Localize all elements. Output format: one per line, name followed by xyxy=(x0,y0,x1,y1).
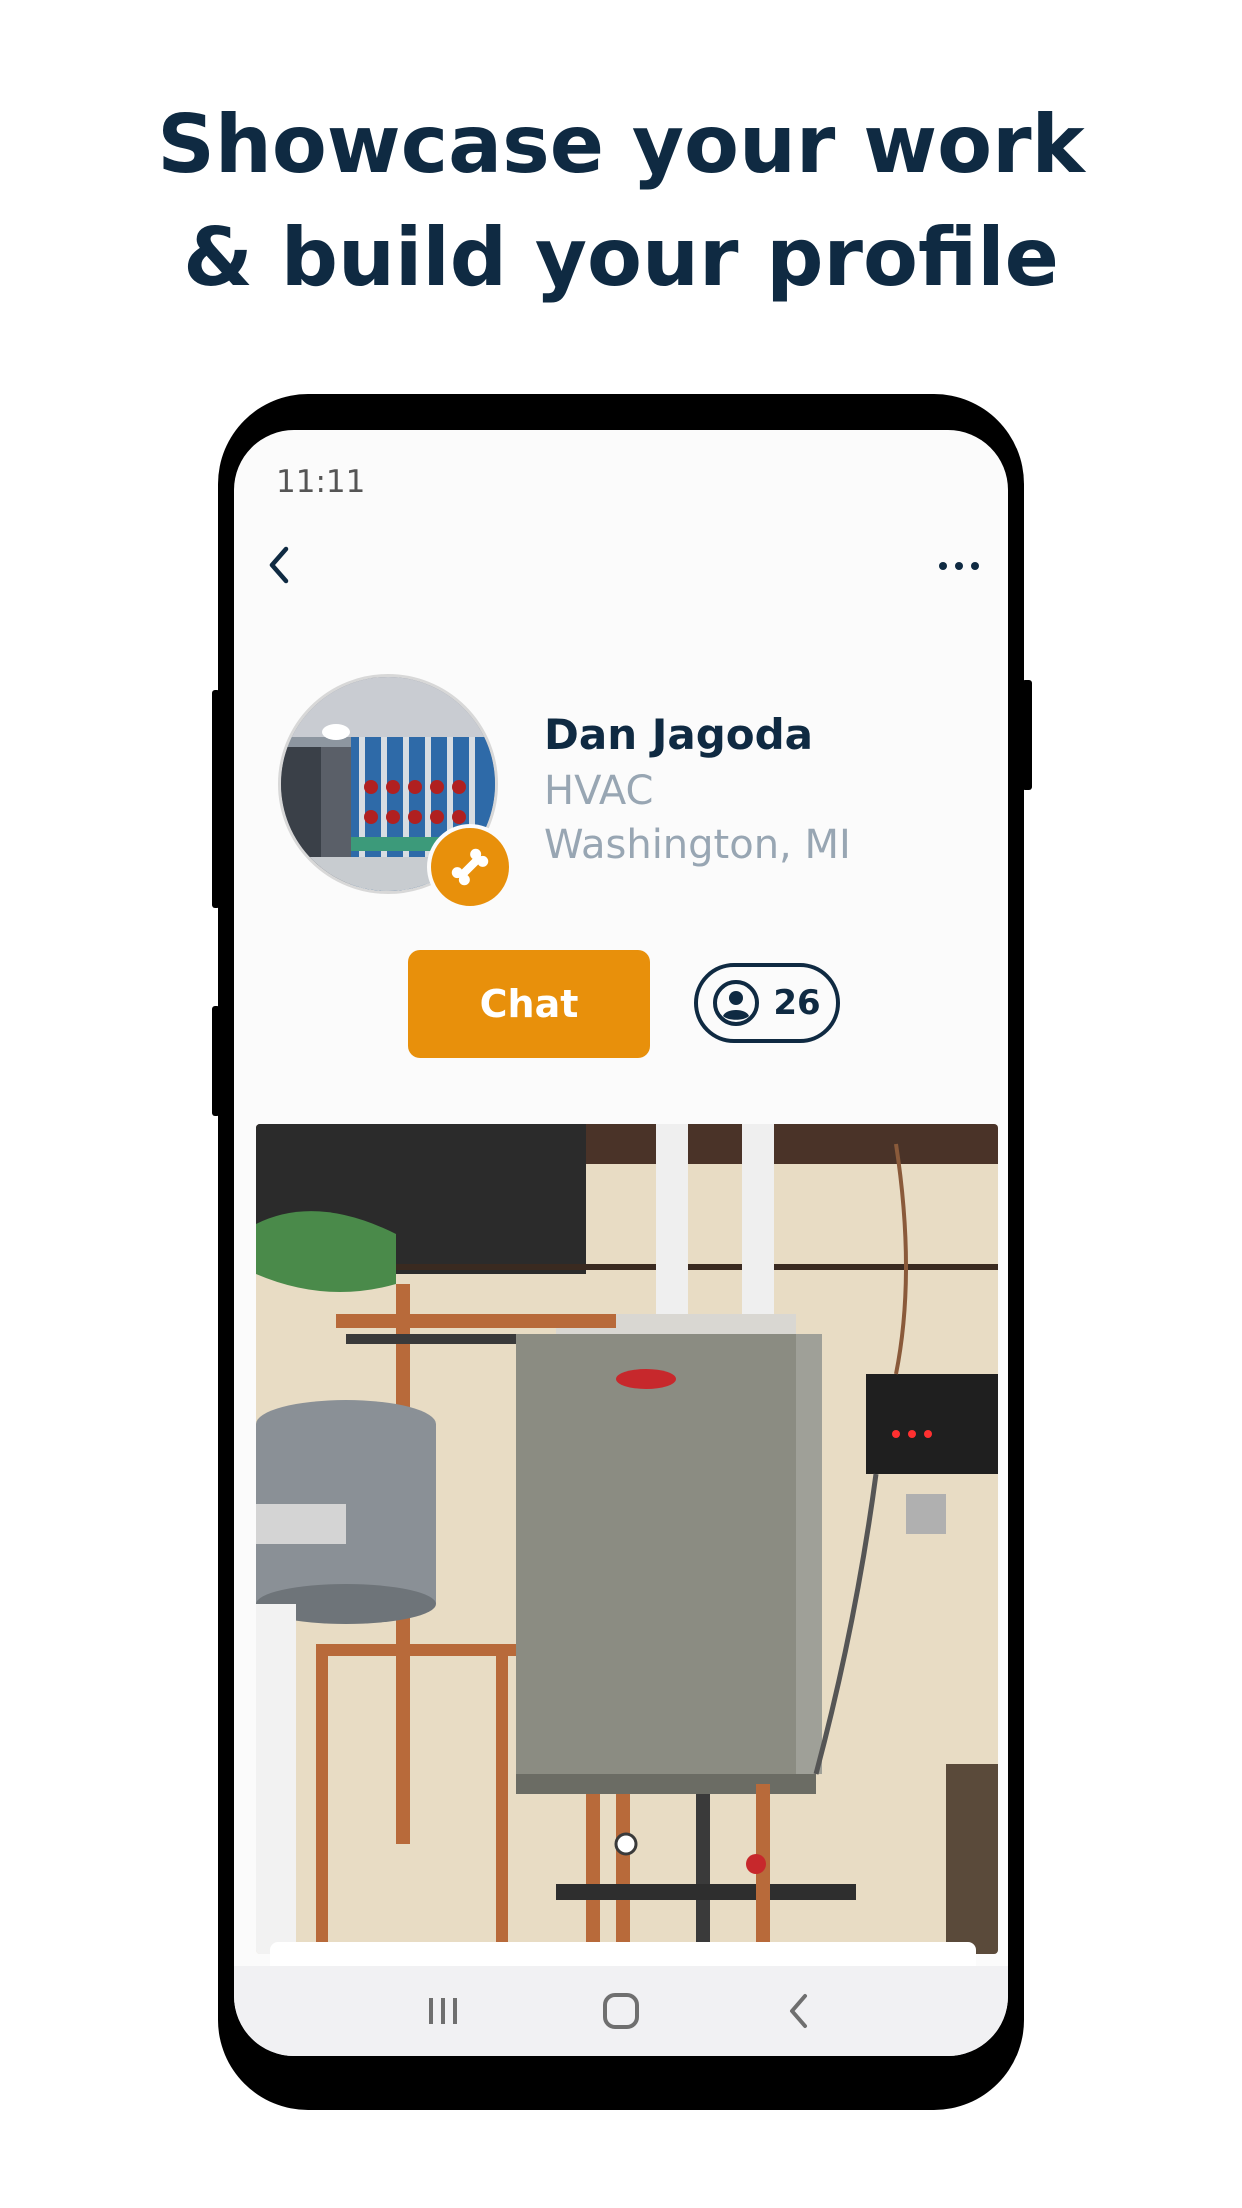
headline: Showcase your work & build your profile xyxy=(0,88,1242,314)
more-options-button[interactable] xyxy=(934,548,984,584)
more-horizontal-icon xyxy=(939,562,979,570)
profile-location: Washington, MI xyxy=(544,822,851,868)
profile-name: Dan Jagoda xyxy=(544,710,814,759)
system-nav-bar xyxy=(234,1966,1008,2056)
back-button[interactable] xyxy=(254,540,304,590)
chat-button[interactable]: Chat xyxy=(408,950,650,1058)
system-back-button[interactable] xyxy=(769,1981,829,2041)
headline-line-2: & build your profile xyxy=(183,211,1059,304)
chevron-left-icon xyxy=(269,546,289,584)
trade-badge xyxy=(427,824,513,910)
followers-button[interactable]: 26 xyxy=(694,963,840,1043)
user-circle-icon xyxy=(713,980,760,1026)
work-photo-image xyxy=(256,1124,998,1954)
home-button[interactable] xyxy=(591,1981,651,2041)
followers-count: 26 xyxy=(773,983,821,1023)
phone-screen: 11:11 Dan Jagoda HVAC Washington, MI Cha… xyxy=(234,430,1008,2056)
home-icon xyxy=(603,1993,639,2029)
bone-icon xyxy=(451,848,489,886)
headline-line-1: Showcase your work xyxy=(157,98,1085,191)
recent-apps-icon xyxy=(429,1998,457,2024)
profile-trade: HVAC xyxy=(544,768,654,814)
back-icon xyxy=(790,1994,807,2028)
recent-apps-button[interactable] xyxy=(413,1981,473,2041)
status-time: 11:11 xyxy=(276,464,366,500)
work-photo[interactable] xyxy=(256,1124,998,1954)
